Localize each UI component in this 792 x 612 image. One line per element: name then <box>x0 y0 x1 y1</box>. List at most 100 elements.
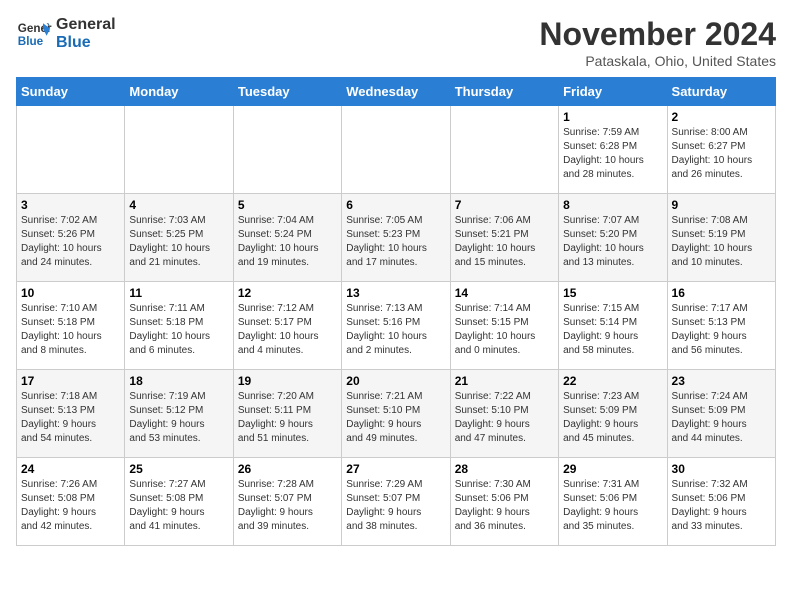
day-number: 28 <box>455 462 554 476</box>
calendar-cell: 14 Sunrise: 7:14 AM Sunset: 5:15 PM Dayli… <box>450 282 558 370</box>
day-info: Sunrise: 7:13 AM Sunset: 5:16 PM Dayligh… <box>346 302 445 358</box>
calendar-cell: 1 Sunrise: 7:59 AM Sunset: 6:28 PM Daylig… <box>559 106 667 194</box>
day-info: Sunrise: 7:03 AM Sunset: 5:25 PM Dayligh… <box>129 214 228 270</box>
day-number: 5 <box>238 198 337 212</box>
calendar-cell: 15 Sunrise: 7:15 AM Sunset: 5:14 PM Dayli… <box>559 282 667 370</box>
day-number: 13 <box>346 286 445 300</box>
logo: General Blue General Blue <box>16 16 116 52</box>
calendar-header-row: SundayMondayTuesdayWednesdayThursdayFrid… <box>17 78 776 106</box>
day-number: 20 <box>346 374 445 388</box>
calendar-cell: 2 Sunrise: 8:00 AM Sunset: 6:27 PM Daylig… <box>667 106 775 194</box>
calendar-cell: 16Sunrise: 7:17 AM Sunset: 5:13 PM Dayli… <box>667 282 775 370</box>
calendar-table: SundayMondayTuesdayWednesdayThursdayFrid… <box>16 77 776 546</box>
calendar-cell: 5 Sunrise: 7:04 AM Sunset: 5:24 PM Daylig… <box>233 194 341 282</box>
calendar-week-row: 24Sunrise: 7:26 AM Sunset: 5:08 PM Dayli… <box>17 458 776 546</box>
day-number: 14 <box>455 286 554 300</box>
day-info: Sunrise: 7:24 AM Sunset: 5:09 PM Dayligh… <box>672 390 771 446</box>
logo-blue: Blue <box>56 34 116 52</box>
day-number: 8 <box>563 198 662 212</box>
day-number: 12 <box>238 286 337 300</box>
day-info: Sunrise: 7:20 AM Sunset: 5:11 PM Dayligh… <box>238 390 337 446</box>
day-number: 24 <box>21 462 120 476</box>
day-number: 7 <box>455 198 554 212</box>
day-number: 18 <box>129 374 228 388</box>
calendar-cell: 19 Sunrise: 7:20 AM Sunset: 5:11 PM Dayli… <box>233 370 341 458</box>
day-info: Sunrise: 7:04 AM Sunset: 5:24 PM Dayligh… <box>238 214 337 270</box>
day-info: Sunrise: 7:14 AM Sunset: 5:15 PM Dayligh… <box>455 302 554 358</box>
day-number: 22 <box>563 374 662 388</box>
day-number: 9 <box>672 198 771 212</box>
day-info: Sunrise: 7:30 AM Sunset: 5:06 PM Dayligh… <box>455 478 554 534</box>
calendar-cell: 30Sunrise: 7:32 AM Sunset: 5:06 PM Dayli… <box>667 458 775 546</box>
calendar-cell <box>450 106 558 194</box>
calendar-cell: 17Sunrise: 7:18 AM Sunset: 5:13 PM Dayli… <box>17 370 125 458</box>
day-info: Sunrise: 7:08 AM Sunset: 5:19 PM Dayligh… <box>672 214 771 270</box>
calendar-cell: 9 Sunrise: 7:08 AM Sunset: 5:19 PM Daylig… <box>667 194 775 282</box>
title-block: November 2024 Pataskala, Ohio, United St… <box>539 16 776 69</box>
weekday-header-saturday: Saturday <box>667 78 775 106</box>
day-info: Sunrise: 7:22 AM Sunset: 5:10 PM Dayligh… <box>455 390 554 446</box>
day-info: Sunrise: 7:07 AM Sunset: 5:20 PM Dayligh… <box>563 214 662 270</box>
day-number: 11 <box>129 286 228 300</box>
day-number: 4 <box>129 198 228 212</box>
calendar-cell: 10Sunrise: 7:10 AM Sunset: 5:18 PM Dayli… <box>17 282 125 370</box>
day-info: Sunrise: 7:28 AM Sunset: 5:07 PM Dayligh… <box>238 478 337 534</box>
calendar-cell: 8 Sunrise: 7:07 AM Sunset: 5:20 PM Daylig… <box>559 194 667 282</box>
calendar-cell: 12Sunrise: 7:12 AM Sunset: 5:17 PM Dayli… <box>233 282 341 370</box>
weekday-header-monday: Monday <box>125 78 233 106</box>
day-number: 23 <box>672 374 771 388</box>
calendar-cell: 29Sunrise: 7:31 AM Sunset: 5:06 PM Dayli… <box>559 458 667 546</box>
day-info: Sunrise: 7:17 AM Sunset: 5:13 PM Dayligh… <box>672 302 771 358</box>
calendar-cell: 21 Sunrise: 7:22 AM Sunset: 5:10 PM Dayli… <box>450 370 558 458</box>
calendar-week-row: 1 Sunrise: 7:59 AM Sunset: 6:28 PM Daylig… <box>17 106 776 194</box>
day-number: 19 <box>238 374 337 388</box>
day-number: 2 <box>672 110 771 124</box>
day-info: Sunrise: 7:27 AM Sunset: 5:08 PM Dayligh… <box>129 478 228 534</box>
day-info: Sunrise: 7:15 AM Sunset: 5:14 PM Dayligh… <box>563 302 662 358</box>
day-number: 1 <box>563 110 662 124</box>
calendar-cell: 6 Sunrise: 7:05 AM Sunset: 5:23 PM Daylig… <box>342 194 450 282</box>
day-info: Sunrise: 7:32 AM Sunset: 5:06 PM Dayligh… <box>672 478 771 534</box>
weekday-header-sunday: Sunday <box>17 78 125 106</box>
page-header: General Blue General Blue November 2024 … <box>16 16 776 69</box>
calendar-cell: 25Sunrise: 7:27 AM Sunset: 5:08 PM Dayli… <box>125 458 233 546</box>
day-info: Sunrise: 7:11 AM Sunset: 5:18 PM Dayligh… <box>129 302 228 358</box>
calendar-cell: 3Sunrise: 7:02 AM Sunset: 5:26 PM Daylig… <box>17 194 125 282</box>
day-number: 3 <box>21 198 120 212</box>
calendar-cell <box>342 106 450 194</box>
weekday-header-thursday: Thursday <box>450 78 558 106</box>
day-number: 26 <box>238 462 337 476</box>
weekday-header-tuesday: Tuesday <box>233 78 341 106</box>
day-number: 6 <box>346 198 445 212</box>
day-info: Sunrise: 7:59 AM Sunset: 6:28 PM Dayligh… <box>563 126 662 182</box>
location-text: Pataskala, Ohio, United States <box>539 53 776 69</box>
month-title: November 2024 <box>539 16 776 53</box>
calendar-cell <box>233 106 341 194</box>
day-info: Sunrise: 7:06 AM Sunset: 5:21 PM Dayligh… <box>455 214 554 270</box>
day-info: Sunrise: 7:05 AM Sunset: 5:23 PM Dayligh… <box>346 214 445 270</box>
calendar-cell: 28 Sunrise: 7:30 AM Sunset: 5:06 PM Dayli… <box>450 458 558 546</box>
logo-general: General <box>56 16 116 34</box>
svg-text:Blue: Blue <box>18 35 44 48</box>
calendar-cell: 11 Sunrise: 7:11 AM Sunset: 5:18 PM Dayli… <box>125 282 233 370</box>
calendar-cell: 18 Sunrise: 7:19 AM Sunset: 5:12 PM Dayli… <box>125 370 233 458</box>
day-info: Sunrise: 7:29 AM Sunset: 5:07 PM Dayligh… <box>346 478 445 534</box>
day-info: Sunrise: 7:18 AM Sunset: 5:13 PM Dayligh… <box>21 390 120 446</box>
calendar-cell: 24Sunrise: 7:26 AM Sunset: 5:08 PM Dayli… <box>17 458 125 546</box>
day-info: Sunrise: 7:21 AM Sunset: 5:10 PM Dayligh… <box>346 390 445 446</box>
calendar-cell: 26 Sunrise: 7:28 AM Sunset: 5:07 PM Dayli… <box>233 458 341 546</box>
day-number: 15 <box>563 286 662 300</box>
calendar-cell: 20 Sunrise: 7:21 AM Sunset: 5:10 PM Dayli… <box>342 370 450 458</box>
calendar-cell <box>125 106 233 194</box>
calendar-cell: 23 Sunrise: 7:24 AM Sunset: 5:09 PM Dayli… <box>667 370 775 458</box>
calendar-cell: 22Sunrise: 7:23 AM Sunset: 5:09 PM Dayli… <box>559 370 667 458</box>
calendar-week-row: 3Sunrise: 7:02 AM Sunset: 5:26 PM Daylig… <box>17 194 776 282</box>
logo-icon: General Blue <box>16 16 52 52</box>
day-number: 27 <box>346 462 445 476</box>
day-number: 21 <box>455 374 554 388</box>
calendar-week-row: 10Sunrise: 7:10 AM Sunset: 5:18 PM Dayli… <box>17 282 776 370</box>
day-info: Sunrise: 8:00 AM Sunset: 6:27 PM Dayligh… <box>672 126 771 182</box>
weekday-header-wednesday: Wednesday <box>342 78 450 106</box>
day-info: Sunrise: 7:19 AM Sunset: 5:12 PM Dayligh… <box>129 390 228 446</box>
calendar-cell: 7 Sunrise: 7:06 AM Sunset: 5:21 PM Daylig… <box>450 194 558 282</box>
